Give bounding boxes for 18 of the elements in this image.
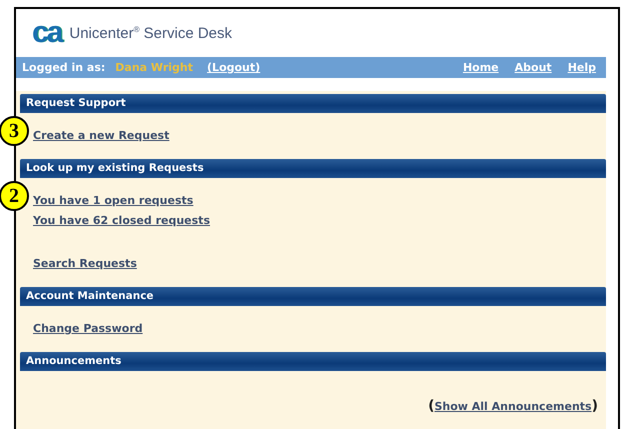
section-header: Look up my existing Requests [20,159,606,178]
section-header: Announcements [20,352,606,371]
app-title: Unicenter$^{®}$ Service Desk [69,24,232,42]
logo: ca [32,18,62,48]
user-name: Dana Wright [115,61,194,74]
link[interactable]: Create a new Request [33,129,170,142]
link[interactable]: You have 1 open requests [33,194,194,207]
parenthesis: ) [592,398,598,414]
logged-in-label: Logged in as: [22,61,106,74]
callout-badge: 3 [0,116,29,146]
link[interactable]: Search Requests [33,257,137,270]
parenthesis: ( [428,398,434,414]
callout-badge: 2 [0,181,29,211]
link[interactable]: You have 62 closed requests [33,214,210,227]
section-header: Account Maintenance [20,287,606,306]
section-header: Request Support [20,94,606,113]
link[interactable]: Change Password [33,322,143,335]
link[interactable]: Show All Announcements [434,400,592,412]
